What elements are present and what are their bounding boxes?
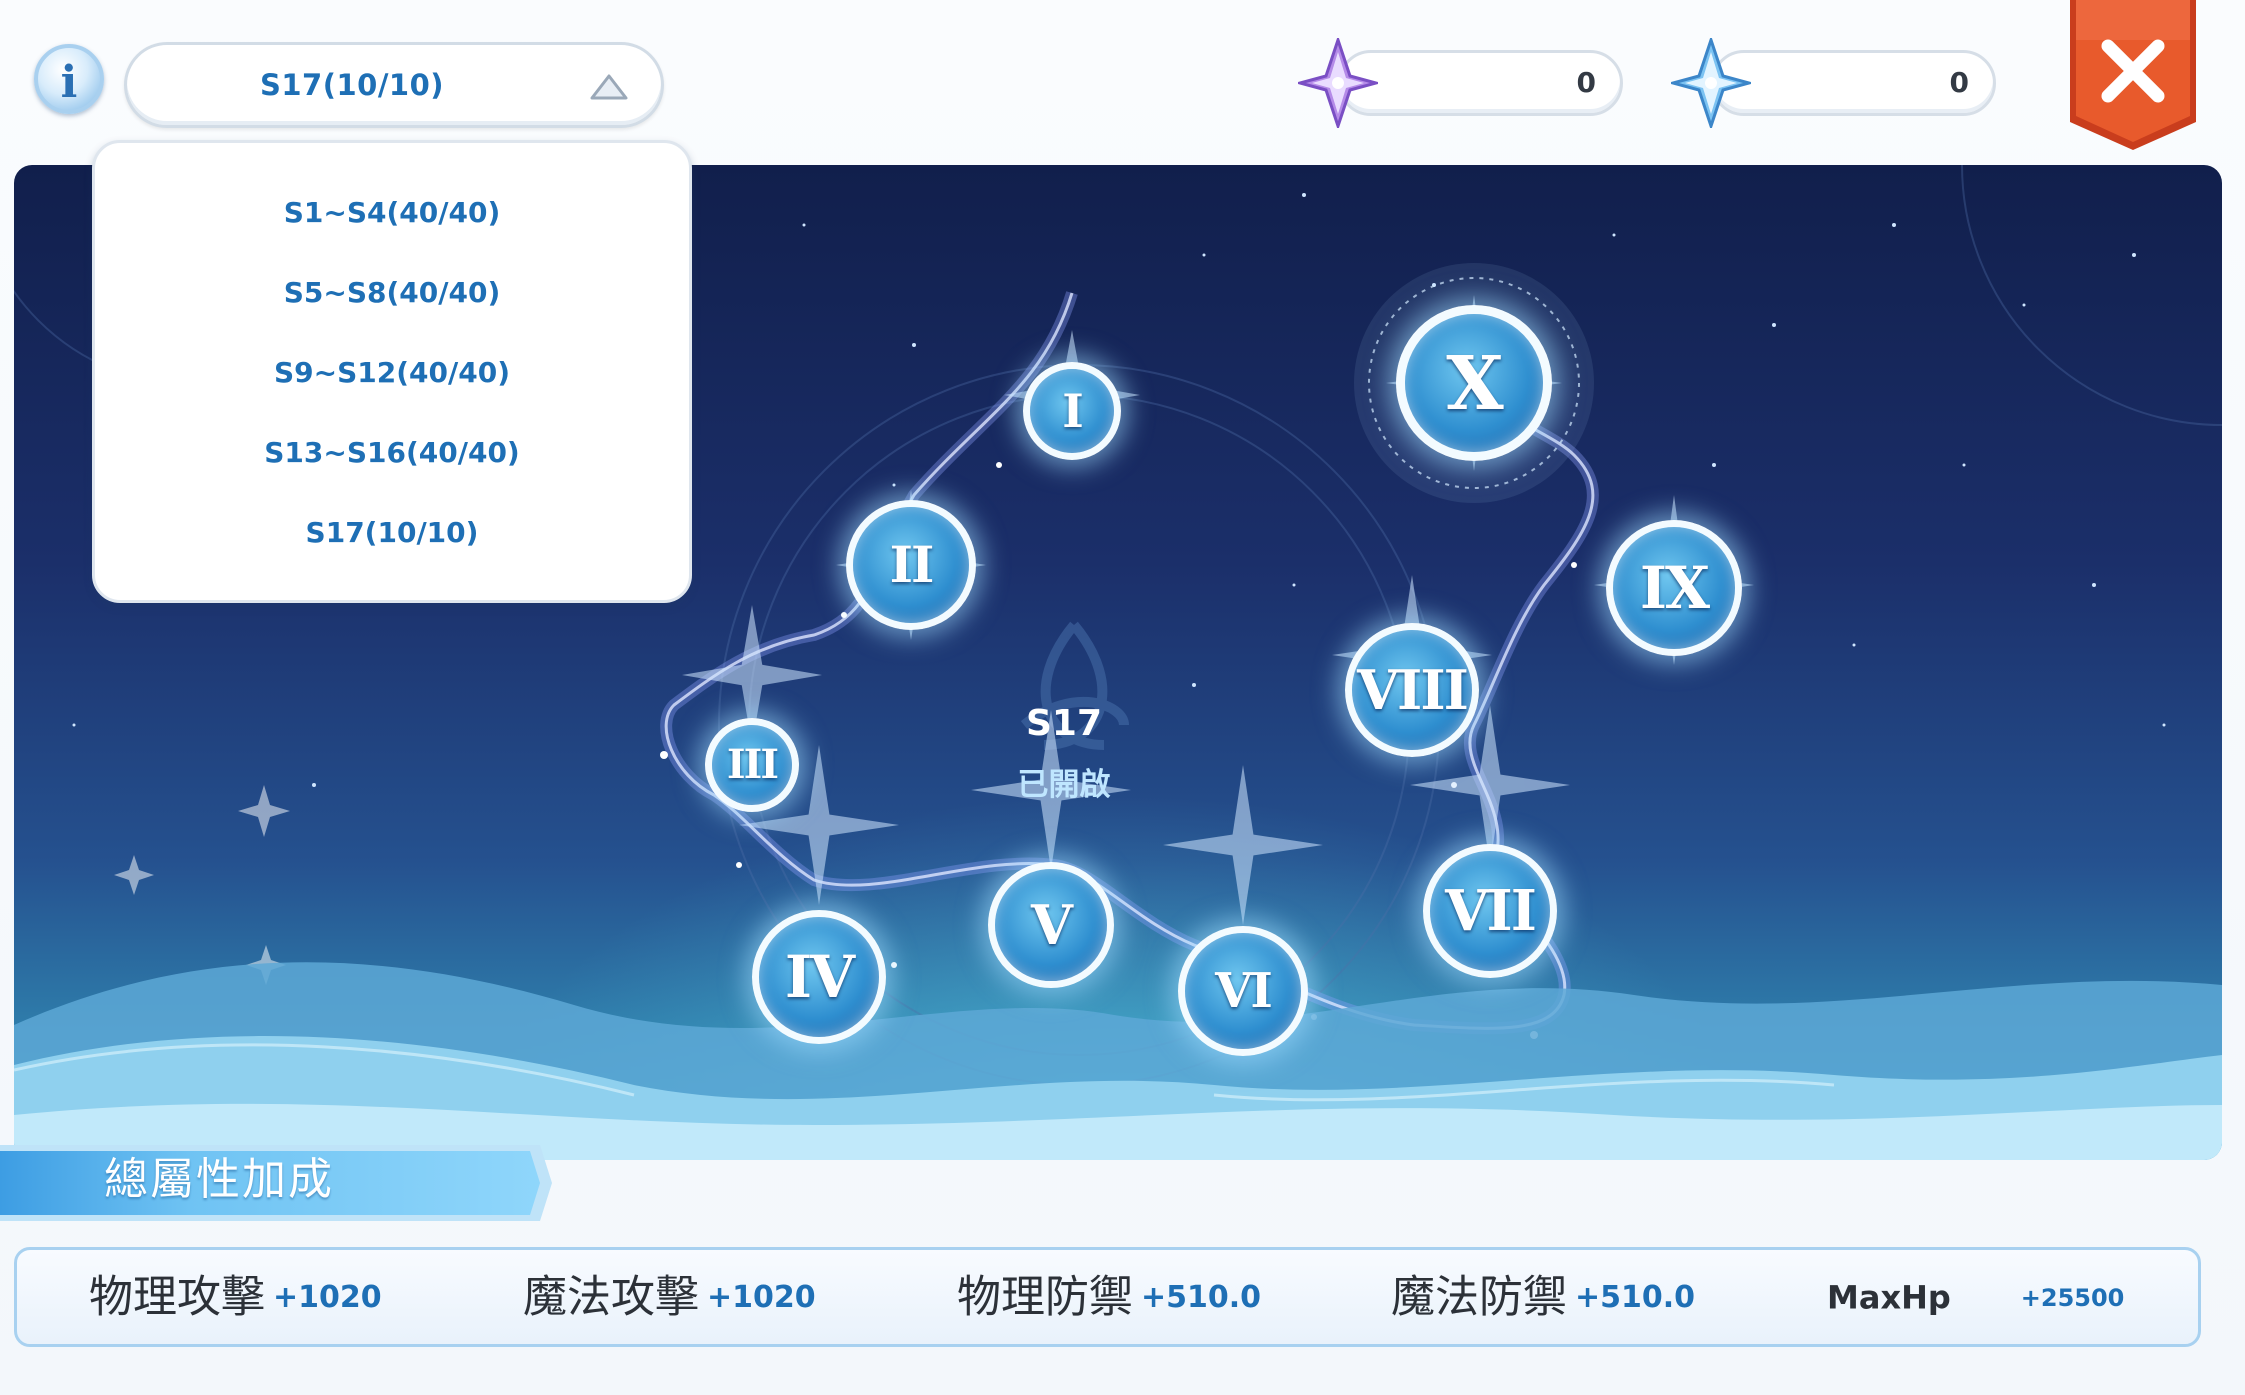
stat-value: +510.0 [1575,1279,1696,1315]
info-button[interactable]: i [34,44,104,114]
node-iv-label: IV [784,943,855,1011]
node-i-label: I [1062,384,1083,438]
constellation-node-i[interactable]: I [1023,362,1121,460]
stage-dropdown: S1~S4(40/40) S5~S8(40/40) S9~S12(40/40) … [92,140,692,603]
stat-value: +25500 [2020,1283,2125,1312]
constellation-node-iv[interactable]: IV [752,910,886,1044]
node-v-label: V [1031,893,1073,957]
dropdown-item-s1-s4[interactable]: S1~S4(40/40) [95,183,689,243]
stat-magic-defense: 魔法防禦 +510.0 [1391,1250,1695,1344]
currency-purple-amount: 0 [1576,66,1596,99]
currency-blue-amount: 0 [1949,66,1969,99]
constellation-node-x[interactable]: X [1396,305,1552,461]
dropdown-item-s5-s8[interactable]: S5~S8(40/40) [95,263,689,323]
stat-label: 物理攻擊 [89,1271,265,1323]
constellation-node-iii[interactable]: III [705,718,799,812]
stat-value: +1020 [273,1279,382,1315]
node-viii-label: VIII [1357,658,1469,722]
blue-star-crystal-icon [1671,38,1751,128]
node-vii-label: VII [1445,878,1537,944]
stat-label: 物理防禦 [957,1271,1133,1323]
stat-physical-attack: 物理攻擊 +1020 [89,1250,382,1344]
currency-blue: 0 [1671,38,1996,128]
stage-selector[interactable]: S17(10/10) [124,42,664,128]
close-button[interactable] [2066,0,2200,152]
node-ii-label: II [889,535,935,594]
stat-max-hp: MaxHp +25500 [1827,1250,2124,1344]
constellation-node-ii[interactable]: II [846,500,976,630]
dropdown-item-s9-s12[interactable]: S9~S12(40/40) [95,343,689,403]
purple-star-crystal-icon [1298,38,1378,128]
stats-bar: 物理攻擊 +1020 魔法攻擊 +1020 物理防禦 +510.0 魔法防禦 +510.… [14,1247,2201,1347]
node-x-label: X [1446,341,1503,427]
node-ix-label: IX [1639,554,1710,622]
constellation-node-ix[interactable]: IX [1606,520,1742,656]
stat-value: +510.0 [1141,1279,1262,1315]
currency-purple-track: 0 [1338,50,1623,116]
node-iii-label: III [726,741,779,788]
constellation-node-vi[interactable]: VI [1178,926,1308,1056]
stat-label: 魔法防禦 [1391,1271,1567,1323]
dropdown-item-s13-s16[interactable]: S13~S16(40/40) [95,423,689,483]
selected-stage: S17(10/10) [259,68,445,102]
stat-label: 魔法攻擊 [523,1271,699,1323]
stat-physical-defense: 物理防禦 +510.0 [957,1250,1261,1344]
currency-purple: 0 [1298,38,1623,128]
info-icon: i [60,57,78,108]
constellation-node-viii[interactable]: VIII [1345,623,1479,757]
node-vi-label: VI [1215,963,1273,1019]
constellation-status: 已開啟 [1017,767,1111,803]
currency-blue-track: 0 [1711,50,1996,116]
stat-label: MaxHp [1827,1278,1951,1317]
dropdown-item-s17[interactable]: S17(10/10) [95,503,689,563]
caret-up-icon [590,74,628,100]
stat-magic-attack: 魔法攻擊 +1020 [523,1250,816,1344]
constellation-node-v[interactable]: V [988,862,1114,988]
constellation-node-vii[interactable]: VII [1423,844,1557,978]
constellation-stage-title: S17 [1025,703,1103,744]
bonus-heading: 總屬性加成 [104,1154,334,1205]
stat-value: +1020 [707,1279,816,1315]
